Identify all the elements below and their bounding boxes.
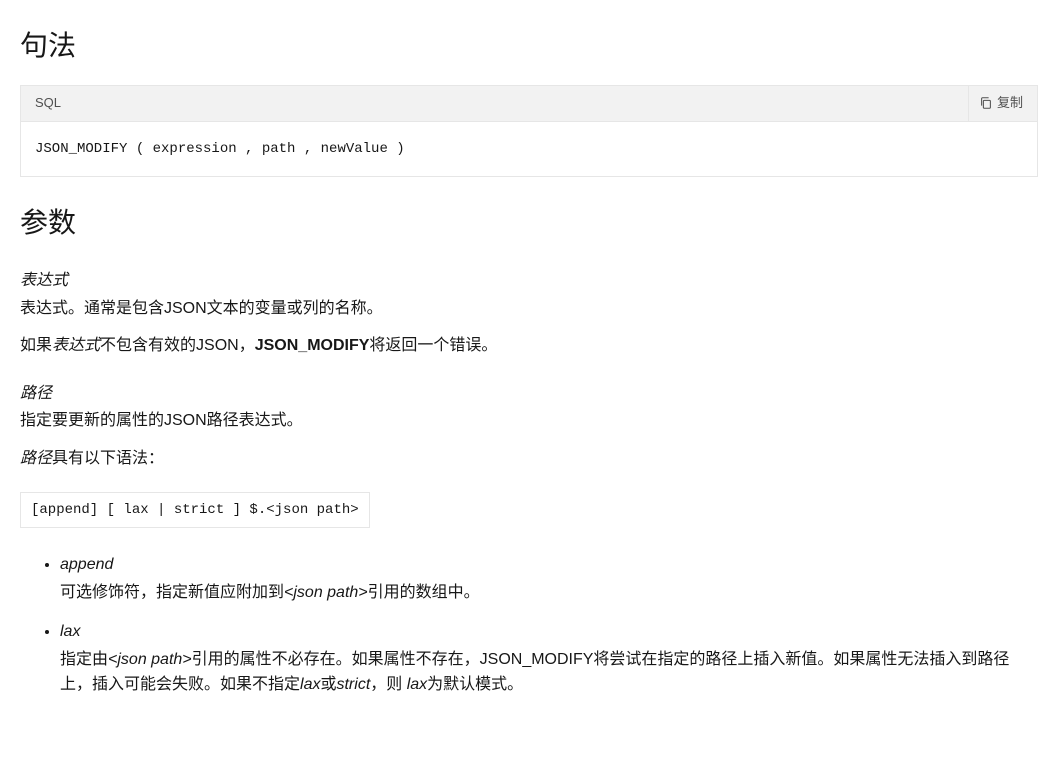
param-expression-error: 如果表达式不包含有效的JSON，JSON_MODIFY将返回一个错误。: [20, 333, 1038, 359]
modifier-lax-term: lax: [60, 619, 1038, 645]
modifier-lax-desc: 指定由<json path>引用的属性不必存在。如果属性不存在，JSON_MOD…: [60, 651, 1009, 694]
param-expression-term: 表达式: [20, 268, 1038, 294]
emphasis-json-path: <json path>: [108, 651, 192, 668]
text: 不包含有效的JSON，: [100, 337, 255, 354]
param-path-syntax-intro: 路径具有以下语法：: [20, 446, 1038, 472]
strong-json-modify: JSON_MODIFY: [255, 337, 370, 354]
emphasis-lax: lax: [300, 676, 320, 693]
emphasis-expression: 表达式: [52, 337, 100, 354]
text: 引用的数组中。: [368, 584, 480, 601]
list-item: append 可选修饰符，指定新值应附加到<json path>引用的数组中。: [60, 552, 1038, 605]
text: 可选修饰符，指定新值应附加到: [60, 584, 284, 601]
param-expression-desc: 表达式。通常是包含JSON文本的变量或列的名称。: [20, 296, 1038, 322]
code-block-header: SQL 复制: [21, 86, 1037, 122]
text: 具有以下语法：: [52, 450, 164, 467]
text: 引用的属性不必存在。如果属性不存在，JSON_MODIFY将尝试在指定的路径上插…: [60, 651, 1009, 694]
copy-button[interactable]: 复制: [968, 86, 1027, 121]
params-heading: 参数: [20, 201, 1038, 246]
emphasis-json-path: <json path>: [284, 584, 368, 601]
copy-icon: [979, 96, 993, 110]
path-modifiers-list: append 可选修饰符，指定新值应附加到<json path>引用的数组中。 …: [20, 552, 1038, 698]
syntax-code-block: SQL 复制 JSON_MODIFY ( expression , path ,…: [20, 85, 1038, 177]
copy-button-label: 复制: [997, 93, 1023, 114]
modifier-append-desc: 可选修饰符，指定新值应附加到<json path>引用的数组中。: [60, 584, 480, 601]
modifier-append-term: append: [60, 552, 1038, 578]
list-item: lax 指定由<json path>引用的属性不必存在。如果属性不存在，JSON…: [60, 619, 1038, 698]
text: 或: [320, 676, 336, 693]
param-path-term: 路径: [20, 381, 1038, 407]
emphasis-path: 路径: [20, 450, 52, 467]
emphasis-strict: strict: [336, 676, 370, 693]
text: 为默认模式。: [427, 676, 523, 693]
code-lang-label: SQL: [35, 93, 61, 114]
text: ，则: [370, 676, 406, 693]
text: 指定由: [60, 651, 108, 668]
path-syntax-code: [append] [ lax | strict ] $.<json path>: [20, 492, 370, 528]
param-path-desc: 指定要更新的属性的JSON路径表达式。: [20, 408, 1038, 434]
syntax-heading: 句法: [20, 24, 1038, 69]
text: 如果: [20, 337, 52, 354]
emphasis-lax: lax: [407, 676, 427, 693]
syntax-code-body: JSON_MODIFY ( expression , path , newVal…: [21, 122, 1037, 176]
text: 将返回一个错误。: [369, 337, 497, 354]
